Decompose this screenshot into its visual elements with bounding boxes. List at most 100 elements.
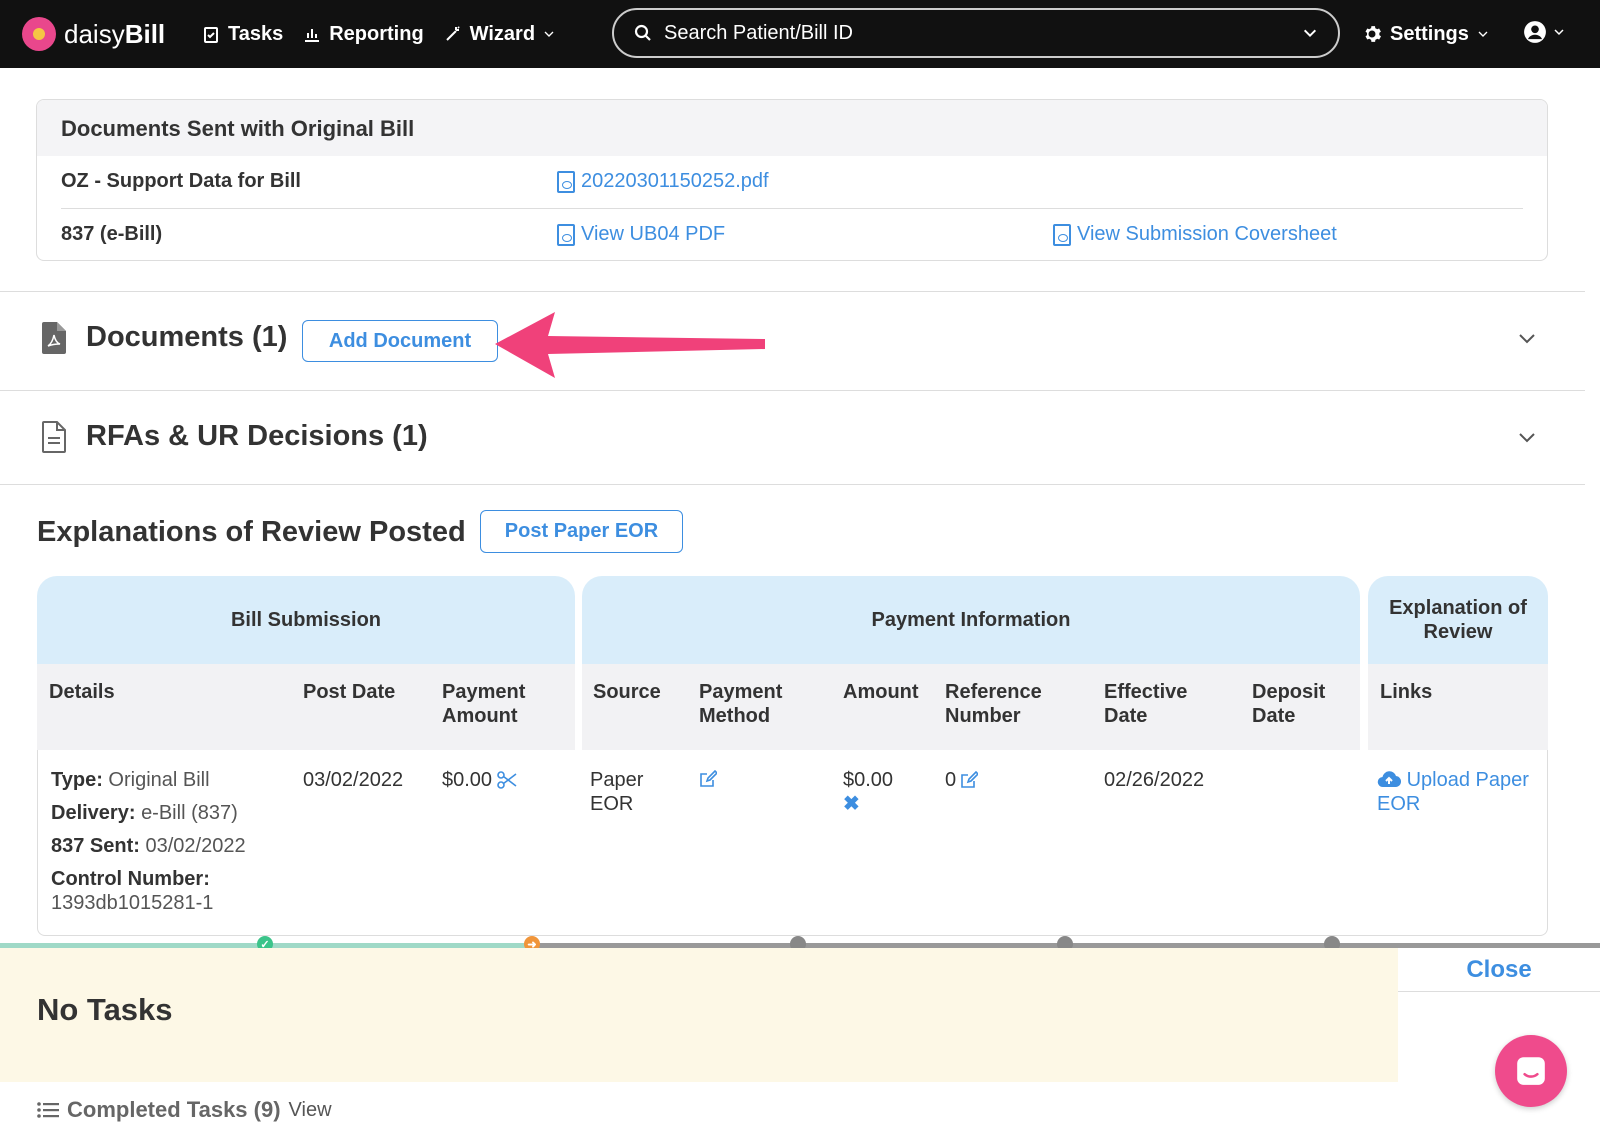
chevron-down-icon[interactable]: [1302, 25, 1318, 41]
view-coversheet-label: View Submission Coversheet: [1077, 223, 1337, 245]
documents-section-title: Documents (1): [86, 321, 288, 353]
file-pdf-icon: [1053, 223, 1071, 246]
col-reference-number: Reference Number: [945, 681, 1042, 727]
tasks-panel: No Tasks: [0, 948, 1398, 1082]
col-amount: Amount: [843, 681, 919, 703]
chevron-down-icon[interactable]: [1518, 329, 1536, 347]
amount-value: $0.00: [843, 769, 894, 791]
magic-wand-icon: [445, 26, 460, 41]
search-input[interactable]: Search Patient/Bill ID: [612, 8, 1340, 58]
eor-section-title: Explanations of Review Posted: [37, 516, 466, 548]
file-text-icon: [42, 421, 66, 453]
edit-icon[interactable]: [699, 770, 717, 788]
chevron-down-icon[interactable]: [1518, 428, 1536, 446]
cell-reference-number: 0: [945, 768, 979, 792]
cell-amount: $0.00 ✖: [843, 768, 893, 816]
cell-effective-date: 02/26/2022: [1104, 769, 1205, 791]
remove-x-icon[interactable]: ✖: [843, 792, 893, 816]
daisy-logo-icon: [22, 17, 56, 51]
col-deposit-date: Deposit Date: [1252, 681, 1326, 727]
cell-source: Paper EOR: [590, 769, 644, 815]
reference-number-value: 0: [945, 769, 957, 791]
nav-settings-wrap: Settings: [1362, 0, 1489, 68]
scissors-icon[interactable]: [496, 771, 518, 789]
file-pdf-icon: [557, 223, 575, 246]
nav-tasks-label: Tasks: [228, 22, 284, 45]
post-paper-eor-button[interactable]: Post Paper EOR: [480, 510, 683, 553]
group-explanation-of-review: Explanation of Review: [1368, 576, 1548, 664]
nav-settings-label: Settings: [1390, 22, 1469, 45]
cell-payment-amount: $0.00: [442, 768, 518, 792]
view-coversheet-link[interactable]: View Submission Coversheet: [1053, 223, 1337, 246]
doc-row-ebill: 837 (e-Bill) View UB04 PDF View Submissi…: [61, 208, 1523, 260]
col-payment-method: Payment Method: [699, 681, 783, 727]
chat-icon: [1517, 1057, 1545, 1085]
sent-value: 03/02/2022: [145, 835, 246, 857]
doc-row-label: OZ - Support Data for Bill: [61, 170, 301, 192]
control-value: 1393db1015281-1: [51, 892, 214, 914]
top-navbar: daisyBill Tasks Reporting Wizard Search …: [0, 0, 1600, 68]
brand-name-light: daisy: [64, 18, 125, 49]
close-button[interactable]: Close: [1398, 948, 1600, 992]
add-document-button[interactable]: Add Document: [302, 320, 498, 362]
delivery-label: Delivery:: [51, 802, 136, 824]
group-bill-submission: Bill Submission: [37, 576, 575, 664]
divider: [0, 484, 1585, 485]
pdf-link[interactable]: 20220301150252.pdf: [557, 170, 769, 193]
completed-tasks-label: Completed Tasks (9): [67, 1097, 281, 1122]
col-post-date: Post Date: [303, 681, 396, 703]
completed-tasks[interactable]: Completed Tasks (9) View: [37, 1097, 332, 1123]
no-tasks-title: No Tasks: [37, 992, 173, 1027]
upload-paper-eor-link[interactable]: Upload Paper EOR: [1377, 768, 1542, 816]
payment-amount-value: $0.00: [442, 769, 493, 791]
nav-wizard[interactable]: Wizard: [444, 23, 555, 46]
documents-sent-card: Documents Sent with Original Bill OZ - S…: [36, 99, 1548, 261]
documents-sent-title: Documents Sent with Original Bill: [37, 100, 1547, 156]
eor-table: Bill Submission Payment Information Expl…: [37, 576, 1548, 936]
nav-reporting-label: Reporting: [329, 22, 424, 45]
cloud-upload-icon: [1377, 771, 1402, 788]
gear-icon: [1365, 26, 1381, 42]
chevron-down-icon: [1554, 29, 1564, 36]
cell-payment-method: [699, 768, 717, 792]
bar-chart-icon: [305, 29, 320, 42]
edit-icon[interactable]: [960, 771, 979, 789]
col-links: Links: [1380, 681, 1433, 703]
doc-row-support-data: OZ - Support Data for Bill 2022030115025…: [61, 156, 1523, 208]
view-ub04-label: View UB04 PDF: [581, 223, 726, 245]
user-circle-icon: [1524, 21, 1546, 43]
control-label: Control Number:: [51, 868, 210, 890]
col-source: Source: [593, 681, 661, 703]
nav-tasks[interactable]: Tasks: [202, 23, 283, 46]
list-icon: [37, 1102, 59, 1118]
col-effective-date: Effective Date: [1104, 681, 1188, 727]
nav-settings[interactable]: Settings: [1362, 23, 1489, 46]
chevron-down-icon: [1478, 31, 1488, 37]
rfa-section-title: RFAs & UR Decisions (1): [86, 420, 428, 452]
search-placeholder: Search Patient/Bill ID: [664, 21, 853, 44]
col-payment-amount: Payment Amount: [442, 681, 526, 727]
user-menu[interactable]: [1523, 20, 1565, 44]
file-pdf-icon: [42, 322, 66, 354]
clipboard-check-icon: [204, 27, 218, 43]
brand-logo[interactable]: daisyBill: [22, 17, 182, 51]
view-completed-link[interactable]: View: [289, 1099, 332, 1122]
cell-details: Type: Original Bill Delivery: e-Bill (83…: [51, 768, 291, 915]
file-pdf-icon: [557, 170, 575, 193]
delivery-value: e-Bill (837): [141, 802, 238, 824]
pdf-link-label: 20220301150252.pdf: [581, 170, 769, 192]
col-details: Details: [49, 681, 115, 703]
type-label: Type:: [51, 769, 103, 791]
annotation-arrow-icon: [495, 312, 765, 378]
rfa-section-header[interactable]: RFAs & UR Decisions (1): [0, 390, 1585, 482]
documents-section-header[interactable]: Documents (1): [0, 291, 1585, 383]
view-ub04-link[interactable]: View UB04 PDF: [557, 223, 725, 246]
cell-post-date: 03/02/2022: [303, 769, 404, 791]
chat-launcher-button[interactable]: [1495, 1035, 1567, 1107]
doc-row-label: 837 (e-Bill): [61, 223, 163, 245]
brand-name-bold: Bill: [124, 18, 166, 49]
group-payment-information: Payment Information: [582, 576, 1360, 664]
subheader-eor: [1368, 664, 1548, 750]
nav-wizard-label: Wizard: [469, 22, 536, 45]
nav-reporting[interactable]: Reporting: [303, 22, 424, 46]
